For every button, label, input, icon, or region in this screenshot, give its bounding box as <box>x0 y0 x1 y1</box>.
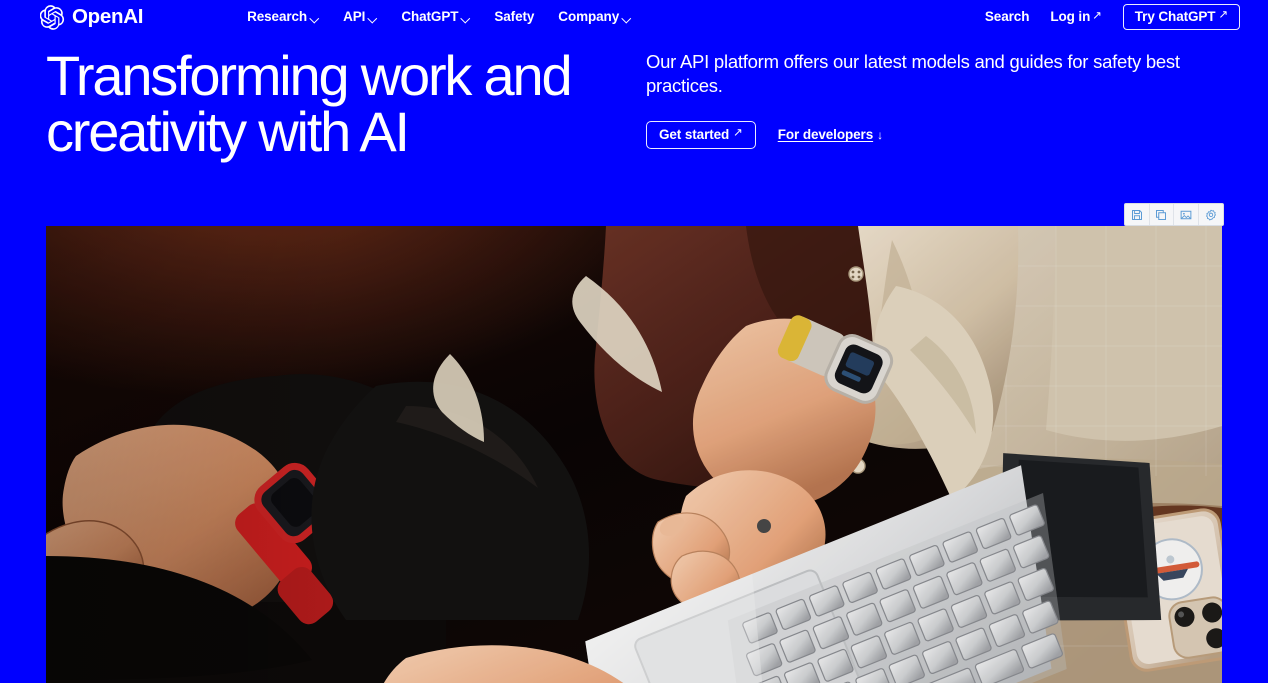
chevron-down-icon <box>622 14 631 23</box>
arrow-up-right-icon: ↗ <box>1218 9 1228 22</box>
login-label: Log in <box>1050 9 1091 25</box>
hero-description: Our API platform offers our latest model… <box>646 51 1180 97</box>
save-button[interactable] <box>1125 204 1150 225</box>
arrow-down-icon: ↓ <box>877 128 884 143</box>
for-developers-label: For developers <box>777 127 874 143</box>
nav-item-chatgpt-label: ChatGPT <box>401 9 459 25</box>
image-button[interactable] <box>1174 204 1199 225</box>
primary-nav-group: Research API ChatGPT Safety Company <box>247 10 631 24</box>
openai-brand-home-link[interactable]: OpenAI <box>40 4 144 30</box>
hero-actions: Get started ↗ For developers ↓ <box>646 120 1226 150</box>
hero-photo <box>46 226 1222 683</box>
nav-item-api-label: API <box>343 9 366 25</box>
top-navigation-bar: OpenAI Research API ChatGPT Safety Compa… <box>0 0 1268 34</box>
hero-section: Transforming work and creativity with AI… <box>0 34 1268 226</box>
get-started-label: Get started <box>659 126 730 142</box>
chevron-down-icon <box>461 14 470 23</box>
try-chatgpt-label: Try ChatGPT <box>1134 8 1216 24</box>
secondary-nav-group: Search Log in ↗ Try ChatGPT ↗ <box>984 3 1240 31</box>
save-icon <box>1131 209 1143 221</box>
copy-icon <box>1155 209 1167 221</box>
for-developers-link[interactable]: For developers ↓ <box>778 128 883 142</box>
login-link[interactable]: Log in ↗ <box>1050 9 1102 25</box>
nav-item-research-label: Research <box>247 9 308 25</box>
chevron-down-icon <box>310 14 319 23</box>
nav-item-safety[interactable]: Safety <box>494 10 534 24</box>
image-icon <box>1180 209 1192 221</box>
hero-left-column: Transforming work and creativity with AI <box>46 34 646 226</box>
get-started-button[interactable]: Get started ↗ <box>646 120 756 150</box>
nav-item-company-label: Company <box>558 9 620 25</box>
floating-image-toolbar <box>1124 203 1224 226</box>
page-title: Transforming work and creativity with AI <box>46 44 573 163</box>
settings-button[interactable] <box>1199 204 1224 225</box>
hero-right-column: Our API platform offers our latest model… <box>646 34 1226 226</box>
arrow-up-right-icon: ↗ <box>733 127 743 140</box>
search-label: Search <box>984 9 1030 25</box>
openai-logo-icon <box>40 4 65 30</box>
chevron-down-icon <box>368 14 377 23</box>
nav-item-chatgpt[interactable]: ChatGPT <box>401 10 470 24</box>
try-chatgpt-button[interactable]: Try ChatGPT ↗ <box>1122 3 1240 31</box>
copy-button[interactable] <box>1150 204 1174 225</box>
brand-name-label: OpenAI <box>72 4 144 28</box>
settings-gear-icon <box>1205 209 1217 221</box>
nav-item-safety-label: Safety <box>494 9 535 25</box>
arrow-up-right-icon: ↗ <box>1092 9 1102 22</box>
nav-item-research[interactable]: Research <box>247 10 319 24</box>
nav-item-company[interactable]: Company <box>558 10 631 24</box>
nav-item-api[interactable]: API <box>343 10 377 24</box>
search-button[interactable]: Search <box>984 9 1030 25</box>
